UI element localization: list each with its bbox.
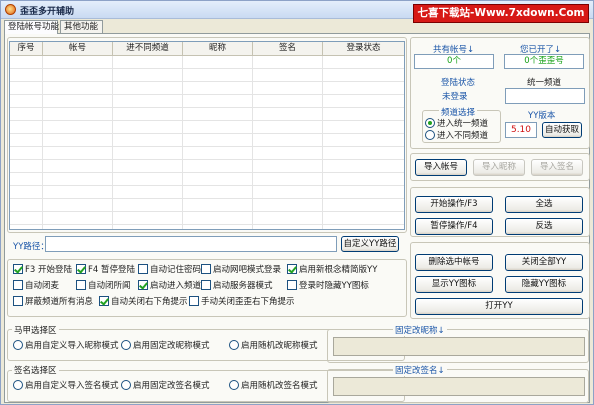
window-title: 歪歪多开辅助 xyxy=(20,7,75,17)
yy-path-input[interactable] xyxy=(45,236,337,252)
radio-dot xyxy=(425,130,435,140)
radio-dot xyxy=(121,340,131,350)
unified-channel-input[interactable] xyxy=(505,88,585,104)
radio-dot xyxy=(229,340,239,350)
hide-yy-icon-on-login-checkbox[interactable]: 登录时隐藏YY图标 xyxy=(287,280,369,292)
table-body[interactable] xyxy=(10,56,404,229)
fixed-signature-label: 固定改签名↓ xyxy=(393,364,447,376)
tab-other-functions[interactable]: 其他功能 xyxy=(60,20,103,33)
col-login-status[interactable]: 登录状态 xyxy=(323,42,404,56)
checkbox-box xyxy=(13,280,23,290)
site-watermark: 七喜下载站-Www.7xdown.Com xyxy=(413,4,589,23)
sign-fixed-radio[interactable]: 启用固定改签名模式 xyxy=(121,380,210,392)
fixed-nickname-input[interactable] xyxy=(333,337,585,356)
checkbox-box xyxy=(76,264,86,274)
vest-fixed-radio[interactable]: 启用固定改昵称模式 xyxy=(121,340,210,352)
manual-close-tray-tips-checkbox[interactable]: 手动关闭歪歪右下角提示 xyxy=(189,296,295,308)
open-yy-button[interactable]: 打开YY xyxy=(415,298,583,315)
radio-dot xyxy=(229,380,239,390)
f3-start-login-checkbox[interactable]: F3 开始登陆 xyxy=(13,264,72,276)
radio-dot xyxy=(13,340,23,350)
col-channel[interactable]: 进不同频道 xyxy=(113,42,183,56)
col-signature[interactable]: 签名 xyxy=(253,42,323,56)
import-nickname-button[interactable]: 导入昵称 xyxy=(473,159,525,176)
yy-path-label: YY路径： xyxy=(13,242,49,252)
tab-login-accounts[interactable]: 登陆帐号功能 xyxy=(4,20,59,34)
f4-pause-login-checkbox[interactable]: F4 暂停登陆 xyxy=(76,264,135,276)
show-yy-icon-button[interactable]: 显示YY图标 xyxy=(415,276,493,293)
checkbox-box xyxy=(287,280,297,290)
opened-accounts-value: 0个歪歪号 xyxy=(504,54,584,69)
checkbox-box xyxy=(287,264,297,274)
yy-version-input[interactable]: 5.10 xyxy=(505,122,537,138)
unified-channel-label: 统一频道 xyxy=(527,78,562,88)
select-all-button[interactable]: 全选 xyxy=(505,196,583,213)
auto-mute-mic-checkbox[interactable]: 自动闭麦 xyxy=(13,280,59,292)
vest-custom-import-radio[interactable]: 启用自定义导入昵称模式 xyxy=(13,340,119,352)
start-operation-button[interactable]: 开始操作/F3 xyxy=(415,196,493,213)
app-icon xyxy=(5,4,16,15)
fixed-nickname-label: 固定改昵称↓ xyxy=(393,324,447,336)
total-accounts-value: 0个 xyxy=(414,54,494,69)
auto-fetch-button[interactable]: 自动获取 xyxy=(542,122,582,138)
server-mode-checkbox[interactable]: 启动服务器模式 xyxy=(201,280,273,292)
pause-operation-button[interactable]: 暂停操作/F4 xyxy=(415,218,493,235)
close-all-yy-button[interactable]: 关闭全部YY xyxy=(505,254,583,271)
auto-close-tray-tips-checkbox[interactable]: 自动关闭右下角提示 xyxy=(99,296,188,308)
new-lite-yy-checkbox[interactable]: 启用新根念精简版YY xyxy=(287,264,377,276)
account-table[interactable]: 序号 帐号 进不同频道 昵称 签名 登录状态 xyxy=(9,41,405,230)
radio-unified-channel[interactable]: 进入统一频道 xyxy=(425,118,488,130)
internet-cafe-mode-checkbox[interactable]: 启动网吧模式登录 xyxy=(201,264,281,276)
block-channel-messages-checkbox[interactable]: 屏蔽频道所有消息 xyxy=(13,296,93,308)
radio-different-channel[interactable]: 进入不同频道 xyxy=(425,130,488,142)
checkbox-box xyxy=(99,296,109,306)
checkbox-box xyxy=(13,296,23,306)
vest-random-radio[interactable]: 启用随机改昵称模式 xyxy=(229,340,318,352)
delete-selected-button[interactable]: 删除选中帐号 xyxy=(415,254,493,271)
table-header: 序号 帐号 进不同频道 昵称 签名 登录状态 xyxy=(10,42,404,56)
import-account-button[interactable]: 导入帐号 xyxy=(415,159,467,176)
invert-selection-button[interactable]: 反选 xyxy=(505,218,583,235)
checkbox-box xyxy=(138,280,148,290)
radio-dot xyxy=(13,380,23,390)
fixed-signature-input[interactable] xyxy=(333,377,585,396)
checkbox-box xyxy=(201,280,211,290)
sign-random-radio[interactable]: 启用随机改签名模式 xyxy=(229,380,318,392)
checkbox-box xyxy=(189,296,199,306)
login-status-label: 登陆状态 xyxy=(441,78,476,88)
sign-title: 签名选择区 xyxy=(12,364,59,376)
auto-remember-password-checkbox[interactable]: 自动记住密码 xyxy=(138,264,201,276)
sign-custom-import-radio[interactable]: 启用自定义导入签名模式 xyxy=(13,380,119,392)
yy-version-label: YY版本 xyxy=(528,111,556,121)
hide-yy-icon-button[interactable]: 隐藏YY图标 xyxy=(505,276,583,293)
app-window: 歪歪多开辅助 七喜下载站-Www.7xdown.Com 登陆帐号功能 其他功能 … xyxy=(0,0,594,405)
auto-enter-channel-checkbox[interactable]: 启动进入频道 xyxy=(138,280,201,292)
radio-dot xyxy=(425,118,435,128)
col-nickname[interactable]: 昵称 xyxy=(183,42,253,56)
custom-yy-path-button[interactable]: 自定义YY路径 xyxy=(341,236,399,252)
checkbox-box xyxy=(76,280,86,290)
checkbox-box xyxy=(138,264,148,274)
import-signature-button[interactable]: 导入签名 xyxy=(531,159,583,176)
checkbox-box xyxy=(201,264,211,274)
col-index[interactable]: 序号 xyxy=(10,42,43,56)
channel-select-label: 频道选择 xyxy=(439,106,478,118)
login-status-value: 未登录 xyxy=(442,92,468,102)
auto-mute-audio-checkbox[interactable]: 自动闭所闻 xyxy=(76,280,131,292)
radio-dot xyxy=(121,380,131,390)
vest-title: 马甲选择区 xyxy=(12,324,59,336)
col-account[interactable]: 帐号 xyxy=(43,42,113,56)
checkbox-box xyxy=(13,264,23,274)
